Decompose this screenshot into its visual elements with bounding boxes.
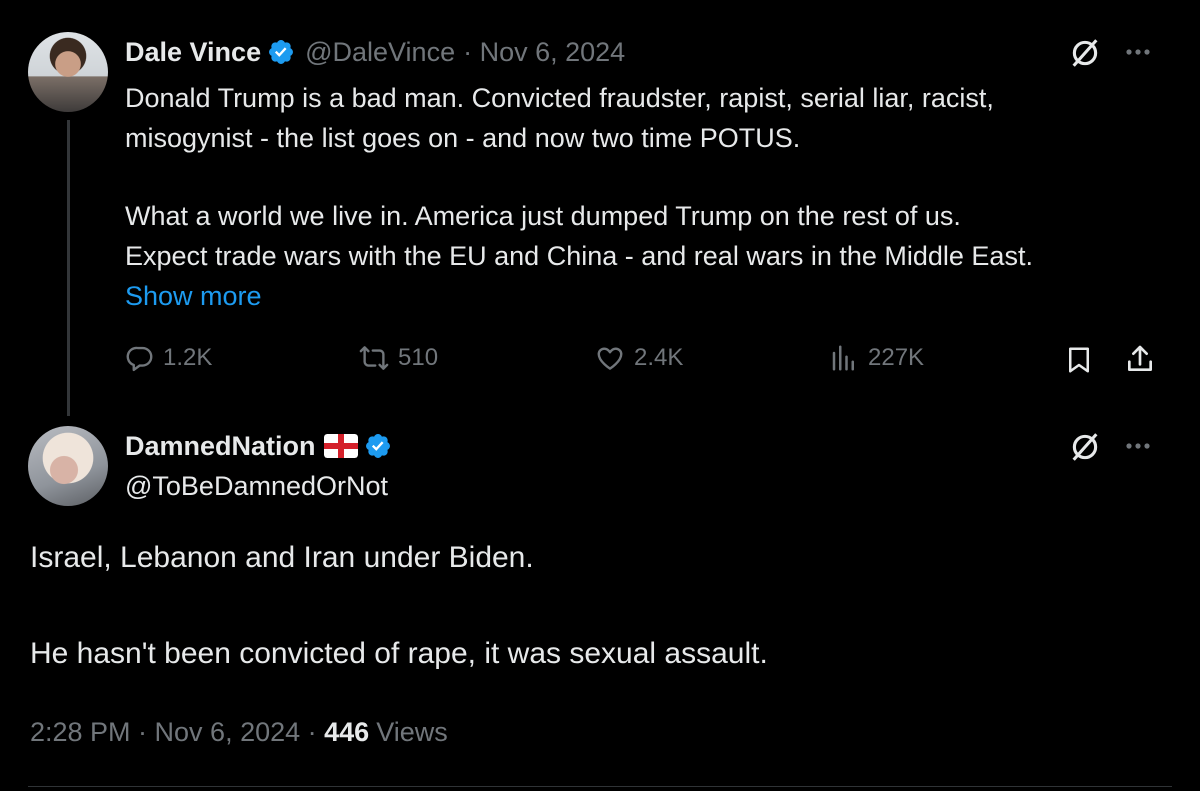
author-name[interactable]: DamnedNation: [125, 431, 316, 462]
more-icon[interactable]: [1122, 438, 1154, 454]
like-count: 2.4K: [634, 344, 684, 371]
like-button[interactable]: 2.4K: [594, 343, 683, 373]
reply-text-line: Israel, Lebanon and Iran under Biden.: [30, 541, 534, 574]
author-handle[interactable]: @DaleVince: [305, 37, 455, 68]
tweet-text-line: misogynist - the list goes on - and now …: [125, 123, 801, 153]
england-flag-icon: [323, 434, 358, 458]
reply-text-line: He hasn't been convicted of rape, it was…: [30, 637, 768, 670]
reply-tweet-header: DamnedNation: [125, 426, 392, 466]
original-tweet-header: Dale Vince @DaleVince · Nov 6, 2024: [125, 32, 625, 72]
repost-count: 510: [398, 344, 439, 371]
bookmark-icon[interactable]: [1064, 344, 1094, 376]
reply-count: 1.2K: [163, 344, 213, 371]
repost-icon: [359, 346, 389, 370]
grok-icon[interactable]: [1068, 36, 1102, 70]
verified-badge-icon[interactable]: [267, 38, 295, 66]
reply-views-label: Views: [376, 717, 448, 747]
views-button[interactable]: 227K: [828, 343, 924, 373]
more-icon[interactable]: [1122, 44, 1154, 60]
view-count: 227K: [868, 344, 925, 371]
reply-button[interactable]: 1.2K: [125, 343, 212, 373]
reply-views-count: 446: [324, 717, 370, 747]
grok-icon[interactable]: [1068, 430, 1102, 464]
share-icon[interactable]: [1124, 343, 1156, 375]
tweet-date[interactable]: · Nov 6, 2024: [463, 37, 625, 68]
damnednation-avatar[interactable]: [28, 426, 108, 506]
like-icon: [597, 347, 623, 370]
tweet-text-line: Expect trade wars with the EU and China …: [125, 241, 1033, 271]
reply-timestamp[interactable]: 2:28 PM · Nov 6, 2024 ·: [30, 717, 324, 747]
reply-icon: [126, 346, 153, 372]
reply-meta: 2:28 PM · Nov 6, 2024 · 446 Views: [30, 712, 448, 752]
tweet-text-line: What a world we live in. America just du…: [125, 201, 961, 231]
views-icon: [832, 345, 854, 371]
bottom-divider: [28, 786, 1172, 787]
thread-connector-line: [67, 120, 70, 416]
author-name[interactable]: Dale Vince: [125, 37, 261, 68]
tweet-text-line: Donald Trump is a bad man. Convicted fra…: [125, 83, 994, 113]
repost-button[interactable]: 510: [358, 343, 438, 373]
author-handle[interactable]: @ToBeDamnedOrNot: [125, 466, 388, 506]
show-more-link[interactable]: Show more: [125, 276, 262, 316]
verified-badge-icon[interactable]: [364, 432, 392, 460]
dale-vince-avatar[interactable]: [28, 32, 108, 112]
